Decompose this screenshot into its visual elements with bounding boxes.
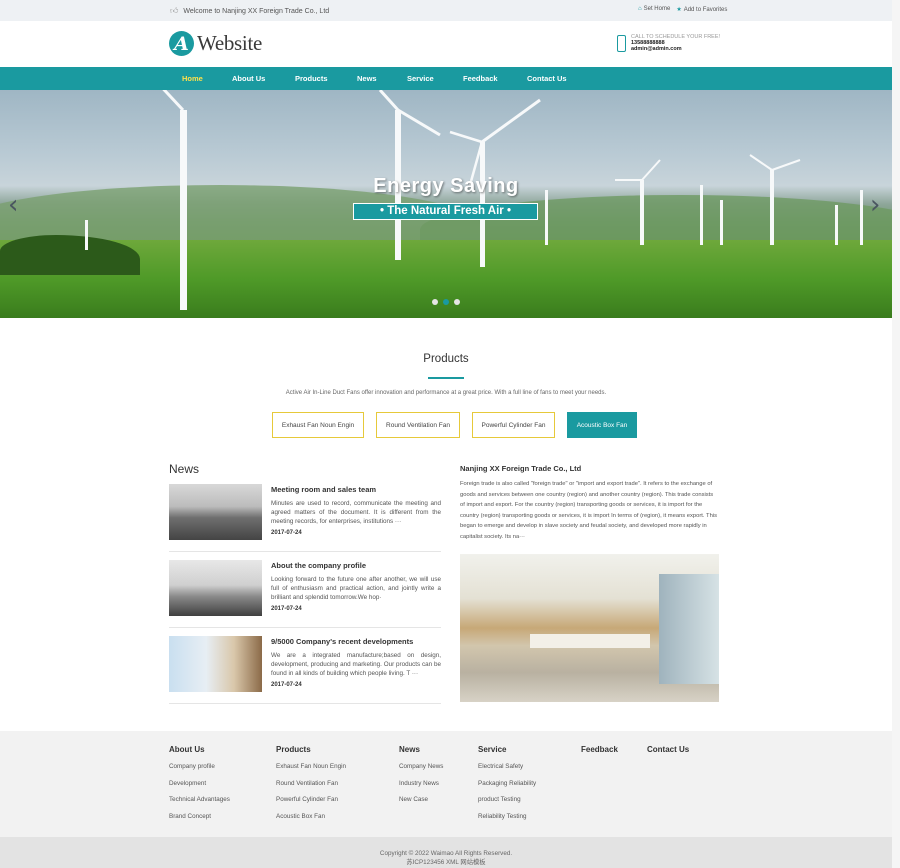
news-item-title[interactable]: 9/5000 Company's recent developments [271,637,413,646]
tab-acoustic-box-fan[interactable]: Acoustic Box Fan [567,412,637,438]
slider-dot[interactable] [432,299,438,305]
nav-home[interactable]: Home [182,74,203,83]
news-thumbnail[interactable] [169,560,262,616]
company-description: Foreign trade is also called "foreign tr… [460,481,717,540]
news-item-date: 2017-07-24 [271,530,302,536]
header-contact: CALL TO SCHEDULE YOUR FREE! 13588888888 … [617,34,720,52]
news-item-date: 2017-07-24 [271,682,302,688]
next-arrow-icon[interactable]: › [870,190,880,220]
news-thumbnail[interactable] [169,484,262,540]
footer-heading: Products [276,745,311,754]
product-tabs: Exhaust Fan Noun Engin Round Ventilation… [272,412,637,438]
news-item[interactable]: About the company profile Looking forwar… [169,560,441,628]
news-item-summary: Minutes are used to record, communicate … [271,500,441,525]
home-icon: ⌂ [638,6,642,12]
banner-title: Energy Saving [373,175,519,197]
copyright-text: Copyright © 2022 Waimao All Rights Reser… [379,850,513,857]
footer-link[interactable]: Technical Advantages [169,796,230,803]
footer-link[interactable]: Company profile [169,763,230,770]
footer-column-about: About Us Company profile Development Tec… [169,745,230,829]
welcome-text: Welcome to Nanjing XX Foreign Trade Co.,… [183,7,330,15]
footer-heading: Service [478,745,507,754]
slider-dot-active[interactable] [443,299,449,305]
footer-link[interactable]: Development [169,780,230,787]
footer-link[interactable]: Company News [399,763,443,770]
nav-news[interactable]: News [357,74,377,83]
footer-column-contact: Contact Us [647,745,689,763]
contact-email[interactable]: admin@admin.com [631,46,720,52]
slider-dot[interactable] [454,299,460,305]
office-desk [530,634,650,648]
footer-link[interactable]: product Testing [478,796,536,803]
nav-contact-us[interactable]: Contact Us [527,74,567,83]
prev-arrow-icon[interactable]: ‹ [8,190,18,220]
site-logo[interactable]: A Website [169,31,262,56]
news-item[interactable]: Meeting room and sales team Minutes are … [169,484,441,552]
footer-link[interactable]: Acoustic Box Fan [276,813,346,820]
site-footer: About Us Company profile Development Tec… [0,731,892,837]
copyright-bar: Copyright © 2022 Waimao All Rights Reser… [0,837,892,868]
logo-mark: A [169,31,194,56]
news-item-title[interactable]: Meeting room and sales team [271,485,376,494]
news-item-date: 2017-07-24 [271,606,302,612]
star-icon: ★ [676,7,682,13]
footer-column-service: Service Electrical Safety Packaging Reli… [478,745,536,829]
top-links: ⌂ Set Home ★ Add to Favorites [638,6,727,13]
office-window [659,574,719,684]
welcome-message: 👍︎ Welcome to Nanjing XX Foreign Trade C… [170,6,329,16]
footer-heading: News [399,745,420,754]
nav-about-us[interactable]: About Us [232,74,265,83]
footer-column-news: News Company News Industry News New Case [399,745,443,813]
add-favorites-link[interactable]: ★ Add to Favorites [676,6,727,13]
products-section-title: Products [423,353,469,365]
tab-round-ventilation-fan[interactable]: Round Ventilation Fan [376,412,460,438]
tab-exhaust-fan[interactable]: Exhaust Fan Noun Engin [272,412,364,438]
main-nav: Home About Us Products News Service Feed… [0,67,892,90]
site-header: A Website CALL TO SCHEDULE YOUR FREE! 13… [0,21,892,67]
footer-link[interactable]: Powerful Cylinder Fan [276,796,346,803]
slider-dots [432,299,460,305]
footer-link[interactable]: Industry News [399,780,443,787]
page-scrollbar[interactable] [892,0,900,868]
news-item-summary: We are a integrated manufacture;based on… [271,652,441,677]
footer-link[interactable]: Electrical Safety [478,763,536,770]
footer-link[interactable]: Brand Concept [169,813,230,820]
footer-link[interactable]: Round Ventilation Fan [276,780,346,787]
company-title[interactable]: Nanjing XX Foreign Trade Co., Ltd [460,464,581,473]
company-office-image [460,554,719,702]
logo-text: Website [197,31,263,55]
news-item[interactable]: 9/5000 Company's recent developments We … [169,636,441,704]
phone-icon [617,35,626,52]
footer-link[interactable]: Packaging Reliability [478,780,536,787]
tab-powerful-cylinder-fan[interactable]: Powerful Cylinder Fan [472,412,555,438]
footer-link[interactable]: New Case [399,796,443,803]
nav-service[interactable]: Service [407,74,434,83]
title-underline [428,377,464,379]
footer-column-feedback: Feedback [581,745,618,763]
footer-column-products: Products Exhaust Fan Noun Engin Round Ve… [276,745,346,829]
footer-link[interactable]: Reliability Testing [478,813,536,820]
products-description: Active Air In-Line Duct Fans offer innov… [285,390,607,396]
thumbs-up-icon: 👍︎ [170,6,179,15]
news-item-title[interactable]: About the company profile [271,561,366,570]
news-thumbnail[interactable] [169,636,262,692]
icp-text[interactable]: 苏ICP123456 XML 网站模板 [0,858,892,867]
footer-link[interactable]: Exhaust Fan Noun Engin [276,763,346,770]
banner-subtitle: • The Natural Fresh Air • [353,203,538,220]
news-section-title: News [169,462,200,476]
footer-heading: About Us [169,745,205,754]
footer-heading[interactable]: Feedback [581,745,618,754]
nav-feedback[interactable]: Feedback [463,74,498,83]
footer-heading[interactable]: Contact Us [647,745,689,754]
top-bar: 👍︎ Welcome to Nanjing XX Foreign Trade C… [0,0,892,21]
hero-banner: Energy Saving • The Natural Fresh Air • … [0,90,892,318]
news-item-summary: Looking forward to the future one after … [271,576,441,601]
nav-products[interactable]: Products [295,74,328,83]
set-home-link[interactable]: ⌂ Set Home [638,6,670,13]
